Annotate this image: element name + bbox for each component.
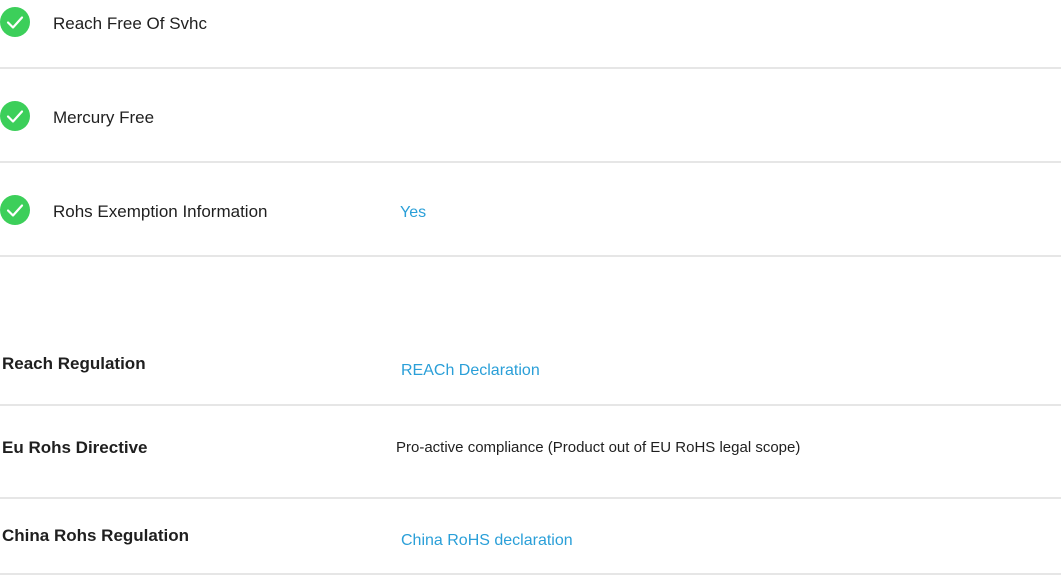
regulation-label-reach: Reach Regulation [2,354,146,373]
compliance-check-reach-free-of-svhc: Reach Free Of Svhc [0,7,1061,37]
eu-rohs-directive-value: Pro-active compliance (Product out of EU… [396,439,801,456]
rohs-exemption-yes-link[interactable]: Yes [400,203,426,223]
compliance-check-label: Reach Free Of Svhc [53,14,208,33]
divider [0,497,1061,499]
regulation-label-eu-rohs: Eu Rohs Directive [2,438,148,457]
divider [0,573,1061,575]
compliance-check-rohs-exemption-information: Rohs Exemption Information Yes [0,195,1061,225]
reach-declaration-link[interactable]: REACh Declaration [401,361,540,381]
compliance-check-label: Rohs Exemption Information [53,202,268,221]
divider [0,67,1061,69]
compliance-check-mercury-free: Mercury Free [0,101,1061,131]
compliance-check-label: Mercury Free [53,108,155,127]
check-circle-icon [0,101,30,131]
check-circle-icon [0,195,30,225]
regulation-label-china-rohs: China Rohs Regulation [2,526,189,545]
china-rohs-declaration-link[interactable]: China RoHS declaration [401,531,573,551]
divider [0,255,1061,257]
divider [0,404,1061,406]
check-circle-icon [0,7,30,37]
divider [0,161,1061,163]
